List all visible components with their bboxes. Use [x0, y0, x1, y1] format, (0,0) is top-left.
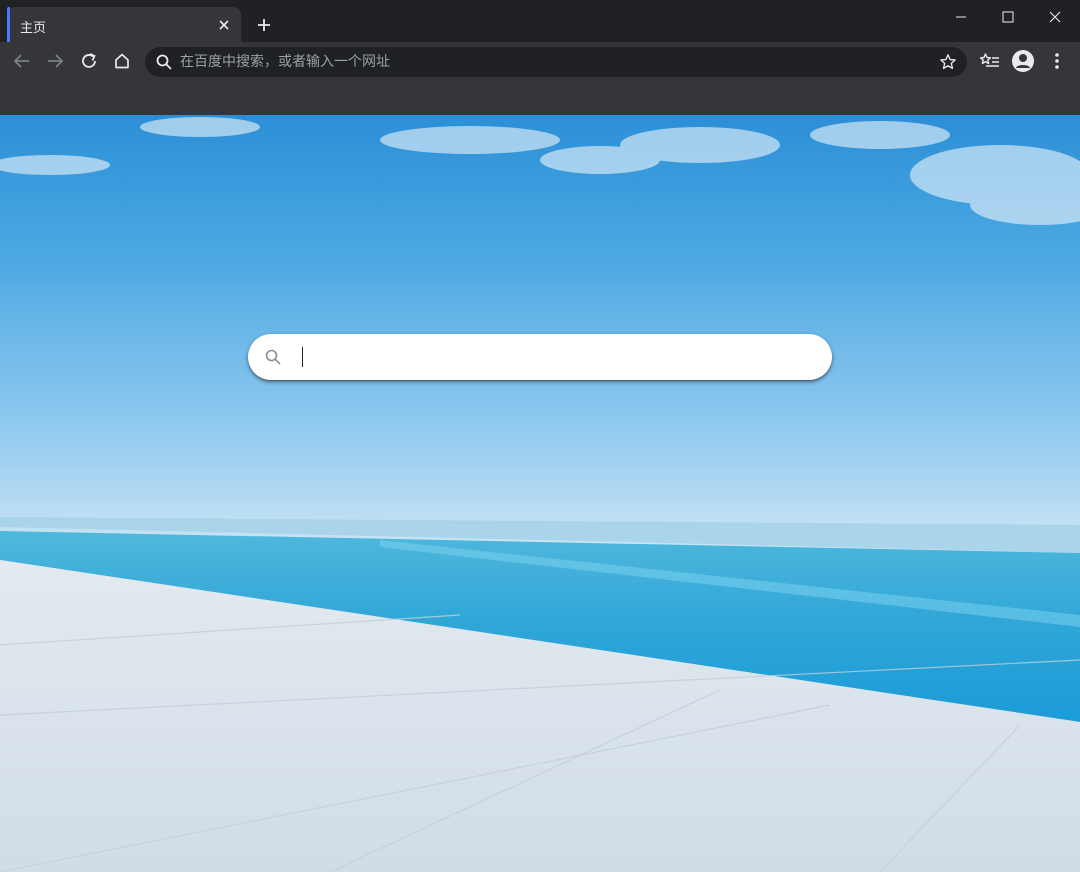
maximize-icon	[1002, 11, 1014, 23]
address-bar[interactable]	[145, 47, 967, 77]
title-bar: 主页	[0, 0, 1080, 42]
new-tab-page	[0, 115, 1080, 872]
address-input[interactable]	[180, 47, 920, 77]
back-button[interactable]	[8, 47, 36, 75]
page-search-box[interactable]	[248, 334, 832, 380]
window-close-button[interactable]	[1032, 0, 1078, 34]
minimize-icon	[956, 16, 966, 18]
account-icon	[1012, 50, 1034, 72]
maximize-button[interactable]	[985, 0, 1031, 34]
reading-list-button[interactable]	[976, 47, 1004, 75]
toolbar	[0, 42, 1080, 80]
bookmarks-list-icon	[980, 53, 999, 67]
menu-button[interactable]	[1043, 47, 1071, 75]
bookmark-star-button[interactable]	[935, 49, 961, 75]
tab-accent	[7, 7, 10, 42]
reload-button[interactable]	[75, 47, 103, 75]
profile-button[interactable]	[1009, 47, 1037, 75]
home-button[interactable]	[108, 47, 136, 75]
text-cursor	[302, 347, 303, 367]
bookmark-bar	[0, 80, 1080, 115]
tab-home[interactable]: 主页	[7, 7, 241, 42]
tab-title: 主页	[20, 21, 47, 36]
plus-icon	[258, 19, 270, 31]
minimize-button[interactable]	[938, 0, 984, 34]
forward-button[interactable]	[41, 47, 69, 75]
arrow-left-icon	[13, 54, 29, 68]
arrow-right-icon	[48, 54, 64, 68]
close-icon	[1049, 11, 1061, 23]
page-search-input[interactable]	[300, 342, 810, 372]
star-icon	[940, 54, 956, 70]
search-icon	[156, 54, 172, 70]
search-icon	[265, 349, 281, 365]
close-icon	[219, 20, 229, 30]
home-icon	[115, 53, 129, 69]
tab-close-button[interactable]	[213, 14, 235, 36]
new-tab-button[interactable]	[252, 13, 276, 37]
background-image	[0, 117, 1080, 872]
reload-icon	[82, 53, 96, 68]
more-vertical-icon	[1055, 53, 1059, 69]
